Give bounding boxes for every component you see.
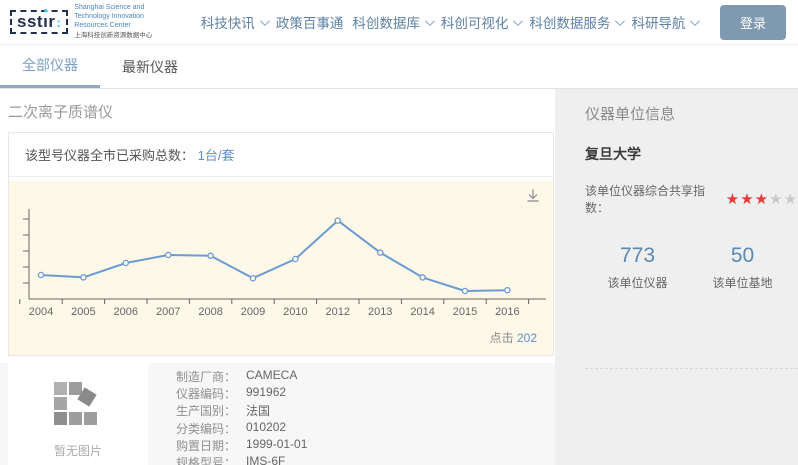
detail-label: 购置日期： (176, 437, 246, 454)
nav-item-database[interactable]: 科创数据库 (352, 12, 432, 32)
stat-base-count: 50 该单位基地 (690, 244, 795, 291)
top-header: sstır: Shanghai Science and Technology I… (0, 0, 798, 45)
content-area: 二次离子质谱仪 该型号仪器全市已采购总数： 1台/套 2004200520062… (0, 89, 798, 465)
chevron-down-icon (260, 16, 270, 26)
detail-value: 1999-01-01 (246, 437, 307, 454)
nav-item-data-service[interactable]: 科创数据服务 (529, 12, 622, 32)
chart-body: 2004 2005 2006 2007 2008 2009 2010 2012 2013 2014… (9, 181, 553, 355)
detail-value: CAMECA (246, 368, 297, 385)
nav-label: 科技快讯 (201, 12, 255, 32)
detail-row-instrument-code: 仪器编码： 991962 (176, 385, 307, 402)
tab-all-instruments[interactable]: 全部仪器 (0, 45, 100, 88)
sstir-logo-icon: sstır: (10, 10, 68, 34)
svg-text:2009: 2009 (241, 306, 265, 318)
purchase-chart-panel: 该型号仪器全市已采购总数： 1台/套 200420052006200720082… (8, 132, 554, 356)
logo-subtitle: Shanghai Science and Technology Innovati… (74, 4, 178, 39)
nav-item-visualization[interactable]: 科创可视化 (441, 12, 521, 32)
detail-row-purchase-date: 购置日期： 1999-01-01 (176, 437, 307, 454)
dashed-divider (585, 368, 798, 369)
main-nav: 科技快讯 政策百事通 科创数据库 科创可视化 科创数据服务 科研导航 (178, 12, 720, 32)
clicks-label: 点击 (490, 331, 514, 345)
svg-text:2013: 2013 (368, 306, 392, 318)
chart-header-label: 该型号仪器全市已采购总数： (25, 148, 194, 163)
share-index-label: 该单位仪器综合共享指数： (585, 182, 722, 216)
instrument-details-section: 暂无图片 制造厂商： CAMECA 仪器编码： 991962 生产国别： 法国 … (0, 363, 555, 465)
nav-item-tech-news[interactable]: 科技快讯 (201, 12, 267, 32)
chart-header: 该型号仪器全市已采购总数： 1台/套 (9, 133, 553, 177)
no-image-label: 暂无图片 (54, 442, 102, 459)
download-icon[interactable] (525, 188, 541, 209)
login-button[interactable]: 登录 (720, 5, 786, 40)
chevron-down-icon (690, 16, 700, 26)
detail-label: 制造厂商： (176, 368, 246, 385)
svg-text:2010: 2010 (283, 306, 307, 318)
svg-text:2016: 2016 (495, 306, 519, 318)
nav-label: 科创数据库 (352, 12, 420, 32)
stat-value: 773 (585, 244, 690, 268)
page-title: 二次离子质谱仪 (0, 89, 555, 132)
tab-newest-instruments[interactable]: 最新仪器 (100, 45, 200, 88)
logo-subtitle-cn: 上海科技创新资源数据中心 (74, 32, 178, 40)
nav-label: 科创数据服务 (529, 12, 610, 32)
detail-value: IMS-6F (246, 454, 285, 465)
detail-value: 991962 (246, 385, 286, 402)
detail-label: 规格型号： (176, 454, 246, 465)
clicks-value: 202 (517, 331, 537, 345)
svg-text:2012: 2012 (326, 306, 350, 318)
image-placeholder: 暂无图片 (8, 363, 148, 465)
chart-header-value: 1台/套 (198, 148, 235, 163)
clicks-counter: 点击 202 (490, 329, 537, 346)
instrument-tabbar: 全部仪器 最新仪器 (0, 45, 798, 89)
stat-value: 50 (690, 244, 795, 268)
svg-text:2006: 2006 (114, 306, 138, 318)
share-index-row: 该单位仪器综合共享指数： ★★★★★ (585, 182, 798, 216)
detail-value: 法国 (246, 402, 270, 419)
nav-label: 科研导航 (631, 12, 685, 32)
detail-row-country: 生产国别： 法国 (176, 402, 307, 419)
logo[interactable]: sstır: Shanghai Science and Technology I… (10, 4, 178, 39)
no-image-icon (50, 380, 106, 434)
details-list: 制造厂商： CAMECA 仪器编码： 991962 生产国别： 法国 分类编码：… (148, 363, 307, 465)
logo-subtitle-en: Shanghai Science and Technology Innovati… (74, 4, 178, 30)
svg-text:2005: 2005 (71, 306, 95, 318)
svg-text:2015: 2015 (453, 306, 477, 318)
detail-value: 010202 (246, 420, 286, 437)
detail-label: 分类编码： (176, 420, 246, 437)
detail-label: 仪器编码： (176, 385, 246, 402)
svg-text:2008: 2008 (198, 306, 222, 318)
detail-row-model: 规格型号： IMS-6F (176, 454, 307, 465)
star-rating: ★★★★★ (726, 192, 798, 207)
detail-label: 生产国别： (176, 402, 246, 419)
svg-text:2014: 2014 (410, 306, 434, 318)
nav-item-research-nav[interactable]: 科研导航 (631, 12, 697, 32)
stat-label: 该单位基地 (690, 274, 795, 291)
nav-item-policy[interactable]: 政策百事通 (276, 12, 344, 32)
stat-instrument-count: 773 该单位仪器 (585, 244, 690, 291)
main-column: 二次离子质谱仪 该型号仪器全市已采购总数： 1台/套 2004200520062… (0, 89, 555, 465)
svg-text:2004: 2004 (29, 306, 53, 318)
detail-row-manufacturer: 制造厂商： CAMECA (176, 368, 307, 385)
nav-label: 政策百事通 (276, 12, 344, 32)
chevron-down-icon (513, 16, 523, 26)
unit-stats: 773 该单位仪器 50 该单位基地 (585, 244, 795, 291)
chevron-down-icon (425, 16, 435, 26)
organization-name: 复旦大学 (585, 144, 798, 164)
unit-info-sidebar: 仪器单位信息 复旦大学 该单位仪器综合共享指数： ★★★★★ 773 该单位仪器… (555, 89, 798, 465)
line-chart: 2004 2005 2006 2007 2008 2009 2010 2012 2013 2014… (9, 181, 553, 321)
detail-row-category-code: 分类编码： 010202 (176, 420, 307, 437)
stat-label: 该单位仪器 (585, 274, 690, 291)
nav-label: 科创可视化 (441, 12, 509, 32)
sidebar-title: 仪器单位信息 (585, 103, 798, 124)
chevron-down-icon (615, 16, 625, 26)
svg-text:2007: 2007 (156, 306, 180, 318)
